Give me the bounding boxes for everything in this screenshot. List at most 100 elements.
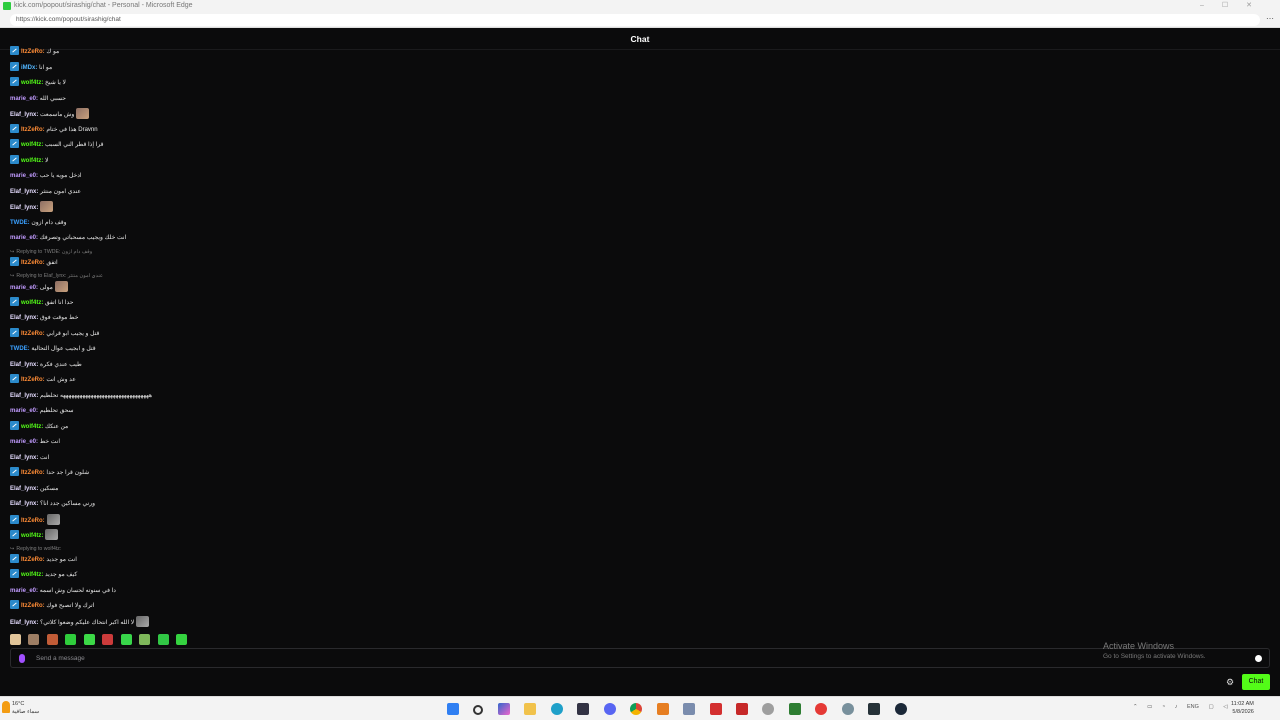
chat-username[interactable]: marie_e0:: [10, 285, 38, 291]
chat-emote[interactable]: [40, 201, 54, 212]
copilot-icon[interactable]: [497, 703, 510, 715]
chat-username[interactable]: Elaf_lynx:: [10, 362, 38, 368]
chat-username[interactable]: ItzZeRo:: [21, 377, 45, 383]
pdf-icon[interactable]: [735, 703, 748, 715]
chat-username[interactable]: wolf4tz:: [21, 300, 43, 306]
clock[interactable]: 11:02 AM 5/8/2026: [1231, 700, 1254, 716]
chat-username[interactable]: wolf4tz:: [21, 533, 43, 539]
chat-emote[interactable]: [45, 529, 59, 540]
kick-badge-icon[interactable]: [10, 374, 19, 383]
chat-username[interactable]: ItzZeRo:: [21, 603, 45, 609]
app-red-icon[interactable]: [815, 703, 828, 715]
chat-username[interactable]: Elaf_lynx:: [10, 620, 38, 626]
emote-9[interactable]: [157, 634, 169, 645]
emote-6[interactable]: [102, 634, 114, 645]
app-green-icon[interactable]: [788, 703, 801, 715]
calculator-icon[interactable]: [577, 703, 590, 715]
chat-username[interactable]: Elaf_lynx:: [10, 501, 38, 507]
chat-username[interactable]: Elaf_lynx:: [10, 393, 38, 399]
acrobat-icon[interactable]: [709, 703, 722, 715]
kick-badge-icon[interactable]: [10, 296, 19, 306]
file-explorer-icon[interactable]: [524, 703, 537, 715]
chat-username[interactable]: Elaf_lynx:: [10, 315, 38, 321]
chat-username[interactable]: ItzZeRo:: [21, 49, 45, 55]
chat-emote[interactable]: [46, 513, 60, 525]
kick-badge-icon[interactable]: [10, 61, 19, 71]
network-icon[interactable]: ◔: [1162, 704, 1165, 710]
edge-icon[interactable]: [550, 703, 563, 715]
settings-icon[interactable]: [841, 703, 854, 715]
search-icon[interactable]: [473, 705, 484, 715]
chat-username[interactable]: wolf4tz:: [21, 142, 43, 148]
weather-widget[interactable]: 16°C سماء صافية: [2, 700, 39, 716]
emote-2[interactable]: [28, 634, 40, 645]
emoji-picker-icon[interactable]: [1255, 655, 1262, 662]
volume-icon[interactable]: ◁: [1223, 704, 1227, 710]
display-icon[interactable]: ▢: [1208, 704, 1213, 710]
more-options-icon[interactable]: ⋯: [1266, 14, 1274, 23]
windows-start-icon[interactable]: [447, 703, 459, 715]
chat-username[interactable]: wolf4tz:: [21, 80, 43, 86]
chat-username[interactable]: Elaf_lynx:: [10, 205, 38, 211]
kick-badge-icon[interactable]: [10, 139, 19, 148]
chevron-up-icon[interactable]: ⌃: [1133, 704, 1138, 710]
kick-badge-icon[interactable]: [10, 467, 19, 476]
chrome-icon[interactable]: [630, 703, 643, 715]
chat-username[interactable]: marie_e0:: [10, 96, 38, 102]
chat-username[interactable]: marie_e0:: [10, 408, 38, 414]
kick-badge-icon[interactable]: [10, 123, 19, 133]
chat-username[interactable]: Elaf_lynx:: [10, 455, 38, 461]
app-orange-icon[interactable]: [656, 703, 669, 715]
app-tools-icon[interactable]: [683, 703, 696, 715]
chat-message-list[interactable]: ItzZeRo: مو ك iMDx: مو انا wolf4tz: لا يا …: [10, 46, 1250, 628]
kick-badge-icon[interactable]: [10, 46, 19, 55]
app-globe-icon[interactable]: [762, 703, 775, 715]
emote-1[interactable]: [10, 634, 21, 645]
kick-badge-icon[interactable]: [10, 256, 19, 266]
kick-badge-icon[interactable]: [10, 530, 19, 539]
message-input-bar[interactable]: Send a message: [10, 648, 1270, 668]
gear-icon[interactable]: ⚙: [1226, 677, 1234, 688]
kick-badge-icon[interactable]: [10, 514, 19, 524]
emote-10[interactable]: [176, 634, 188, 645]
kick-badge-icon[interactable]: [10, 154, 19, 164]
emote-4[interactable]: [65, 634, 77, 645]
chat-emote[interactable]: [54, 281, 68, 292]
emote-quick-bar[interactable]: [10, 632, 190, 645]
kick-badge-icon[interactable]: [10, 420, 19, 430]
chat-username[interactable]: ItzZeRo:: [21, 260, 45, 266]
app-dark-icon[interactable]: [868, 703, 881, 715]
emote-5[interactable]: [83, 634, 95, 645]
emote-7[interactable]: [120, 634, 132, 645]
chat-username[interactable]: ItzZeRo:: [21, 557, 45, 563]
mic-tray-icon[interactable]: ♪: [1175, 704, 1178, 710]
url-field[interactable]: https://kick.com/popout/sirashig/chat: [10, 14, 1260, 26]
chat-emote[interactable]: [76, 108, 90, 119]
kick-badge-icon[interactable]: [10, 569, 19, 578]
chat-username[interactable]: TWDE:: [10, 346, 30, 352]
chat-username[interactable]: wolf4tz:: [21, 572, 43, 578]
chat-username[interactable]: ItzZeRo:: [21, 518, 45, 524]
kick-badge-icon[interactable]: [10, 77, 19, 86]
chat-username[interactable]: marie_e0:: [10, 173, 38, 179]
discord-icon[interactable]: [603, 703, 616, 715]
chat-username[interactable]: ItzZeRo:: [21, 470, 45, 476]
chat-username[interactable]: wolf4tz:: [21, 424, 43, 430]
kick-badge-icon[interactable]: [10, 327, 19, 337]
battery-icon[interactable]: ▭: [1147, 704, 1152, 710]
kick-badge-icon[interactable]: [10, 553, 19, 563]
emote-3[interactable]: [46, 634, 58, 645]
mic-icon[interactable]: [19, 654, 25, 663]
chat-username[interactable]: marie_e0:: [10, 235, 38, 241]
chat-username[interactable]: Elaf_lynx:: [10, 112, 38, 118]
window-controls[interactable]: –☐✕: [1200, 0, 1270, 12]
address-bar[interactable]: https://kick.com/popout/sirashig/chat ⋯: [0, 12, 1280, 28]
chat-username[interactable]: marie_e0:: [10, 439, 38, 445]
chat-username[interactable]: ItzZeRo:: [21, 127, 45, 133]
chat-username[interactable]: wolf4tz:: [21, 158, 43, 164]
steam-icon[interactable]: [894, 703, 907, 715]
chat-username[interactable]: TWDE:: [10, 220, 30, 226]
chat-send-button[interactable]: Chat: [1242, 674, 1270, 690]
chat-username[interactable]: Elaf_lynx:: [10, 189, 38, 195]
message-input[interactable]: Send a message: [36, 649, 85, 669]
